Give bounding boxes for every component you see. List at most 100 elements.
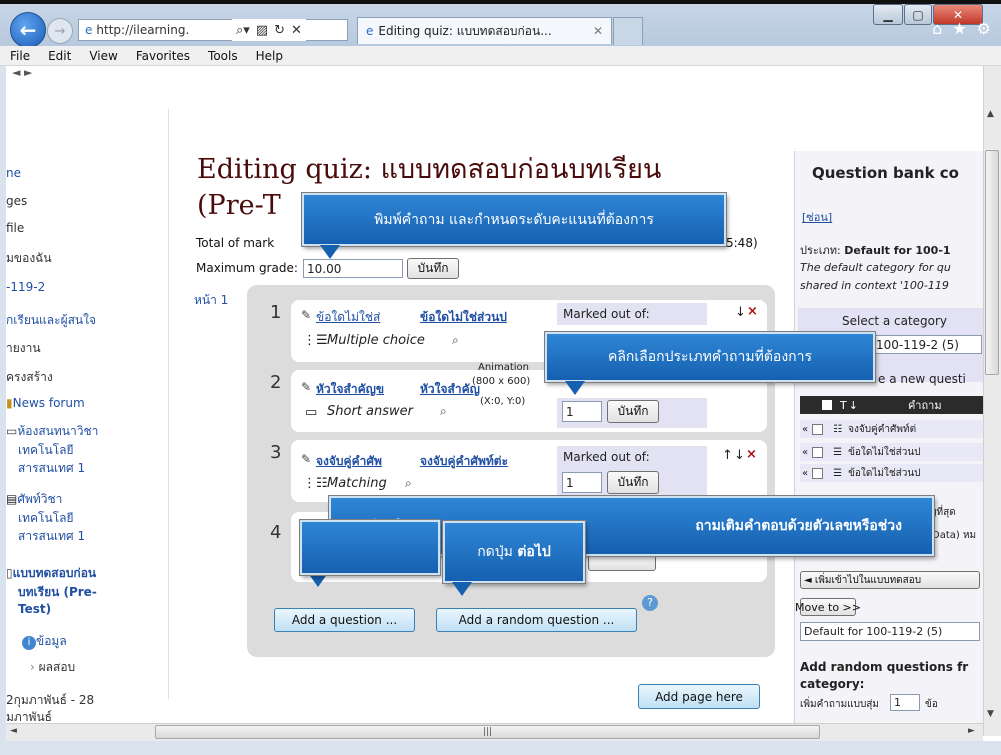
nav-item-my-courses[interactable]: มของฉัน: [6, 249, 52, 268]
nav-item-pages[interactable]: ges: [6, 194, 27, 208]
menu-help[interactable]: Help: [256, 49, 283, 63]
move-to-button[interactable]: Move to >>: [795, 598, 861, 616]
question-name-link[interactable]: หัวใจสำคัญข: [316, 380, 384, 399]
nav-item-pretest-line2[interactable]: บทเรียน (Pre-: [18, 583, 97, 602]
category-select[interactable]: 100-119-2 (5): [872, 335, 982, 354]
col-type[interactable]: T: [840, 399, 847, 412]
stop-icon[interactable]: ✕: [291, 23, 302, 38]
create-new-question[interactable]: e a new questi: [878, 372, 966, 386]
mark-input[interactable]: 1: [562, 472, 602, 493]
add-to-quiz-icon[interactable]: «: [802, 447, 808, 458]
edit-pencil-icon[interactable]: ✎: [301, 380, 311, 394]
hide-link[interactable]: [ซ่อน]: [802, 208, 832, 226]
nav-item-home[interactable]: ne: [6, 166, 21, 180]
scroll-up-arrow-icon[interactable]: ▲: [987, 109, 994, 119]
nav-item-students[interactable]: กเรียนและผู้สนใจ: [6, 311, 96, 330]
scroll-left-arrow-icon[interactable]: ◄: [10, 726, 17, 736]
minimize-button[interactable]: ▁: [873, 4, 903, 25]
callout-select-type: คลิกเลือกประเภทคำถามที่ต้องการ: [545, 332, 875, 382]
vertical-scroll-thumb[interactable]: [985, 150, 999, 375]
nav-item-info[interactable]: i ข้อมูล: [22, 632, 67, 651]
gear-icon[interactable]: ⚙: [977, 19, 991, 38]
mark-input[interactable]: 1: [562, 401, 602, 422]
menu-tools[interactable]: Tools: [208, 49, 238, 63]
preview-magnifier-icon[interactable]: ⌕: [405, 476, 412, 491]
row-checkbox[interactable]: [812, 446, 824, 458]
row-checkbox[interactable]: [812, 423, 824, 435]
search-icon[interactable]: ⌕▾: [236, 23, 250, 38]
add-to-quiz-icon[interactable]: «: [802, 424, 808, 435]
max-grade-input[interactable]: 10.00: [303, 259, 403, 278]
scroll-down-arrow-icon[interactable]: ▼: [987, 709, 994, 719]
nav-item-reports[interactable]: ายงาน: [6, 339, 41, 358]
nav-item-chat-line3[interactable]: สารสนเทศ 1: [18, 459, 85, 478]
move-target-select[interactable]: Default for 100-119-2 (5): [800, 622, 980, 641]
preview-magnifier-icon[interactable]: ⌕: [452, 333, 459, 348]
save-mark-button[interactable]: บันทึก: [607, 400, 659, 423]
move-up-icon[interactable]: ↑: [722, 448, 733, 463]
add-to-quiz-icon[interactable]: «: [802, 468, 808, 479]
maximize-button[interactable]: ▢: [904, 4, 932, 25]
preview-magnifier-icon[interactable]: ⌕: [440, 404, 447, 419]
nav-item-pretest-line3[interactable]: Test): [18, 602, 51, 616]
forward-button[interactable]: →: [47, 18, 73, 44]
home-icon[interactable]: ⌂: [932, 19, 942, 38]
delete-icon[interactable]: ×: [746, 447, 757, 462]
bank-row[interactable]: « ☰ ข้อใดไม่ใช่ส่วนป: [800, 443, 983, 461]
favorites-star-icon[interactable]: ★: [952, 19, 966, 38]
col-question[interactable]: คำถาม: [908, 396, 942, 414]
callout-next-bold: ต่อไป: [517, 544, 551, 560]
callout-next-prefix: กดปุ่ม: [477, 544, 518, 560]
nav-item-news-forum[interactable]: ▮News forum: [6, 396, 85, 410]
select-all-checkbox[interactable]: [822, 400, 832, 410]
nav-item-results[interactable]: › ผลสอบ: [30, 658, 75, 677]
nav-item-pretest[interactable]: ▯แบบทดสอบก่อน: [6, 564, 96, 583]
refresh-icon[interactable]: ↻: [274, 23, 285, 38]
move-down-icon[interactable]: ↓: [734, 448, 745, 463]
question-text-link[interactable]: ข้อใดไม่ใช่ส่วนป: [420, 308, 507, 327]
nav-item-course[interactable]: -119-2: [6, 280, 45, 294]
nav-item-glossary-line2[interactable]: เทคโนโลยี: [18, 509, 74, 528]
bank-row[interactable]: « ☰ ข้อใดไม่ใช่ส่วนป: [800, 464, 983, 482]
menu-favorites[interactable]: Favorites: [136, 49, 190, 63]
bank-row[interactable]: « ☷ จงจับคู่คำศัพท์ต่: [800, 420, 983, 438]
row-checkbox[interactable]: [812, 467, 824, 479]
matching-icon: ☷: [833, 423, 843, 435]
add-random-question-button[interactable]: Add a random question ...: [436, 608, 637, 632]
nav-collapse-arrows[interactable]: ◄ ►: [12, 66, 32, 79]
tab-close-icon[interactable]: ✕: [593, 24, 603, 38]
question-number: 1: [270, 302, 282, 323]
new-tab-button[interactable]: [613, 17, 643, 45]
menu-edit[interactable]: Edit: [48, 49, 71, 63]
nav-item-profile[interactable]: file: [6, 221, 24, 235]
compat-icon[interactable]: ▨: [256, 23, 268, 38]
nav-item-glossary-line3[interactable]: สารสนเทศ 1: [18, 527, 85, 546]
question-text-link[interactable]: หัวใจสำคัญ: [420, 380, 480, 399]
edit-pencil-icon[interactable]: ✎: [301, 308, 311, 322]
question-name-link[interactable]: จงจับคู่คำศัพ: [316, 452, 382, 471]
nav-item-chat-line2[interactable]: เทคโนโลยี: [18, 441, 74, 460]
move-down-icon[interactable]: ↓: [735, 305, 746, 320]
menu-file[interactable]: File: [10, 49, 30, 63]
help-icon[interactable]: ?: [642, 595, 658, 611]
add-question-button[interactable]: Add a question ...: [274, 608, 415, 632]
edit-pencil-icon[interactable]: ✎: [301, 452, 311, 466]
question-name-link[interactable]: ข้อใดไม่ใช่ส่: [316, 308, 380, 327]
tab-editing-quiz[interactable]: e Editing quiz: แบบทดสอบก่อน... ✕: [357, 17, 612, 44]
delete-icon[interactable]: ×: [747, 304, 758, 319]
save-grade-button[interactable]: บันทึก: [407, 258, 459, 279]
nav-item-structure[interactable]: ครงสร้าง: [6, 368, 53, 387]
back-button[interactable]: ←: [10, 12, 46, 48]
nav-item-chat[interactable]: ▭ห้องสนทนาวิชา: [6, 422, 98, 441]
menu-view[interactable]: View: [89, 49, 117, 63]
add-to-quiz-button[interactable]: ◄ เพิ่มเข้าไปในแบบทดสอบ: [800, 571, 980, 589]
nav-item-glossary[interactable]: ▤ศัพท์วิชา: [6, 490, 62, 509]
question-text-link[interactable]: จงจับคู่คำศัพท์ต่ะ: [420, 452, 508, 471]
add-page-here-button[interactable]: Add page here: [638, 684, 760, 709]
random-count-select[interactable]: 1: [890, 694, 920, 711]
scroll-right-arrow-icon[interactable]: ►: [968, 726, 975, 736]
address-bar[interactable]: e http://ilearning.: [78, 19, 348, 41]
save-mark-button[interactable]: บันทึก: [607, 471, 659, 494]
horizontal-scroll-thumb[interactable]: |||: [155, 725, 820, 739]
glossary-icon: ▤: [6, 492, 18, 506]
